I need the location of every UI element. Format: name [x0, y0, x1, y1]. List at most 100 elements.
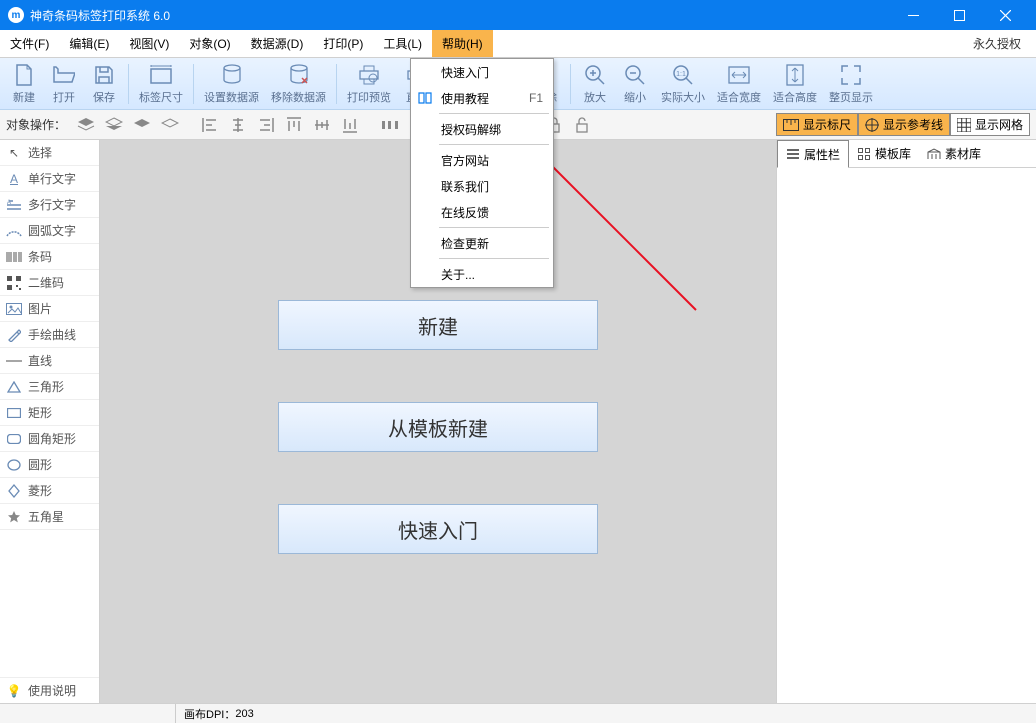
tool-rect[interactable]: 矩形	[0, 400, 99, 426]
tool-image[interactable]: 图片	[0, 296, 99, 322]
status-dpi: 画布DPI：203	[175, 704, 262, 723]
dd-unbind[interactable]: 授权码解绑	[411, 116, 553, 142]
menu-file[interactable]: 文件(F)	[0, 30, 59, 57]
labelsize-icon	[149, 63, 173, 87]
tool-triangle[interactable]: 三角形	[0, 374, 99, 400]
tool-text2[interactable]: A多行文字	[0, 192, 99, 218]
actual-size-icon: 1:1	[671, 63, 695, 87]
barcode-icon	[6, 249, 22, 265]
menu-edit[interactable]: 编辑(E)	[59, 30, 119, 57]
toggle-ruler[interactable]: 显示标尺	[776, 113, 858, 136]
tb-actual[interactable]: 1:1实际大小	[655, 60, 711, 108]
tb-new[interactable]: 新建	[4, 60, 44, 108]
tool-freehand[interactable]: 手绘曲线	[0, 322, 99, 348]
tb-preview[interactable]: 打印预览	[341, 60, 397, 108]
print-preview-icon	[357, 63, 381, 87]
canvas-template-button[interactable]: 从模板新建	[278, 402, 598, 452]
align-middle-icon[interactable]	[310, 114, 334, 136]
close-button[interactable]	[982, 0, 1028, 30]
dd-quickstart[interactable]: 快速入门	[411, 59, 553, 85]
tb-zoomin[interactable]: 放大	[575, 60, 615, 108]
ruler-icon	[783, 119, 799, 131]
svg-text:A: A	[7, 200, 11, 206]
bulb-icon: 💡	[6, 683, 22, 699]
layer-down-icon[interactable]	[158, 114, 182, 136]
dd-tutorial[interactable]: 使用教程F1	[411, 85, 553, 111]
app-logo-icon: m	[8, 7, 24, 23]
tool-circle[interactable]: 圆形	[0, 452, 99, 478]
align-left-icon[interactable]	[198, 114, 222, 136]
tool-barcode[interactable]: 条码	[0, 244, 99, 270]
menu-object[interactable]: 对象(O)	[179, 30, 240, 57]
minimize-button[interactable]	[890, 0, 936, 30]
cursor-icon: ↖	[6, 145, 22, 161]
tb-fitw[interactable]: 适合宽度	[711, 60, 767, 108]
rect-icon	[6, 405, 22, 421]
dd-website[interactable]: 官方网站	[411, 147, 553, 173]
menu-print[interactable]: 打印(P)	[313, 30, 373, 57]
new-icon	[12, 63, 36, 87]
tool-select[interactable]: ↖选择	[0, 140, 99, 166]
diamond-icon	[6, 483, 22, 499]
tool-panel: ↖选择 A单行文字 A多行文字 圆弧文字 条码 二维码 图片 手绘曲线 直线 三…	[0, 140, 100, 703]
tb-fitpage[interactable]: 整页显示	[823, 60, 879, 108]
align-bottom-icon[interactable]	[338, 114, 362, 136]
unlock-icon[interactable]	[570, 114, 594, 136]
dd-contact[interactable]: 联系我们	[411, 173, 553, 199]
save-icon	[92, 63, 116, 87]
dd-about[interactable]: 关于...	[411, 261, 553, 287]
right-panel: 属性栏 模板库 素材库	[776, 140, 1036, 703]
dist-h-icon[interactable]	[378, 114, 402, 136]
fit-page-icon	[839, 63, 863, 87]
fit-width-icon	[727, 63, 751, 87]
image-icon	[6, 301, 22, 317]
tb-open[interactable]: 打开	[44, 60, 84, 108]
tool-roundrect[interactable]: 圆角矩形	[0, 426, 99, 452]
align-center-icon[interactable]	[226, 114, 250, 136]
book-icon	[417, 90, 433, 106]
tb-removeds[interactable]: 移除数据源	[265, 60, 332, 108]
tb-labelsize[interactable]: 标签尺寸	[133, 60, 189, 108]
maximize-button[interactable]	[936, 0, 982, 30]
tool-help[interactable]: 💡使用说明	[0, 677, 99, 703]
tab-assets[interactable]: 素材库	[919, 140, 989, 167]
toggle-guide[interactable]: 显示参考线	[858, 113, 950, 136]
tb-fith[interactable]: 适合高度	[767, 60, 823, 108]
tab-templates[interactable]: 模板库	[849, 140, 919, 167]
tool-diamond[interactable]: 菱形	[0, 478, 99, 504]
menu-view[interactable]: 视图(V)	[119, 30, 179, 57]
toggle-grid[interactable]: 显示网格	[950, 113, 1030, 136]
dd-feedback[interactable]: 在线反馈	[411, 199, 553, 225]
align-right-icon[interactable]	[254, 114, 278, 136]
zoom-in-icon	[583, 63, 607, 87]
tool-line[interactable]: 直线	[0, 348, 99, 374]
canvas-new-button[interactable]: 新建	[278, 300, 598, 350]
layer-front-icon[interactable]	[74, 114, 98, 136]
canvas-quickstart-button[interactable]: 快速入门	[278, 504, 598, 554]
tool-star[interactable]: 五角星	[0, 504, 99, 530]
grid-icon	[957, 118, 971, 132]
tb-save[interactable]: 保存	[84, 60, 124, 108]
tb-zoomout[interactable]: 缩小	[615, 60, 655, 108]
menu-datasource[interactable]: 数据源(D)	[241, 30, 314, 57]
layer-up-icon[interactable]	[130, 114, 154, 136]
text-icon: A	[6, 171, 22, 187]
guide-icon	[865, 118, 879, 132]
tool-text1[interactable]: A单行文字	[0, 166, 99, 192]
menu-help[interactable]: 帮助(H)	[432, 30, 493, 57]
align-top-icon[interactable]	[282, 114, 306, 136]
tb-setds[interactable]: 设置数据源	[198, 60, 265, 108]
pencil-icon	[6, 327, 22, 343]
tool-arctext[interactable]: 圆弧文字	[0, 218, 99, 244]
zoom-out-icon	[623, 63, 647, 87]
qrcode-icon	[6, 275, 22, 291]
help-dropdown: 快速入门 使用教程F1 授权码解绑 官方网站 联系我们 在线反馈 检查更新 关于…	[410, 58, 554, 288]
dd-update[interactable]: 检查更新	[411, 230, 553, 256]
triangle-icon	[6, 379, 22, 395]
license-label[interactable]: 永久授权	[963, 30, 1036, 57]
menu-bar: 文件(F) 编辑(E) 视图(V) 对象(O) 数据源(D) 打印(P) 工具(…	[0, 30, 1036, 58]
menu-tools[interactable]: 工具(L)	[373, 30, 432, 57]
tool-qrcode[interactable]: 二维码	[0, 270, 99, 296]
layer-back-icon[interactable]	[102, 114, 126, 136]
tab-props[interactable]: 属性栏	[777, 140, 849, 168]
